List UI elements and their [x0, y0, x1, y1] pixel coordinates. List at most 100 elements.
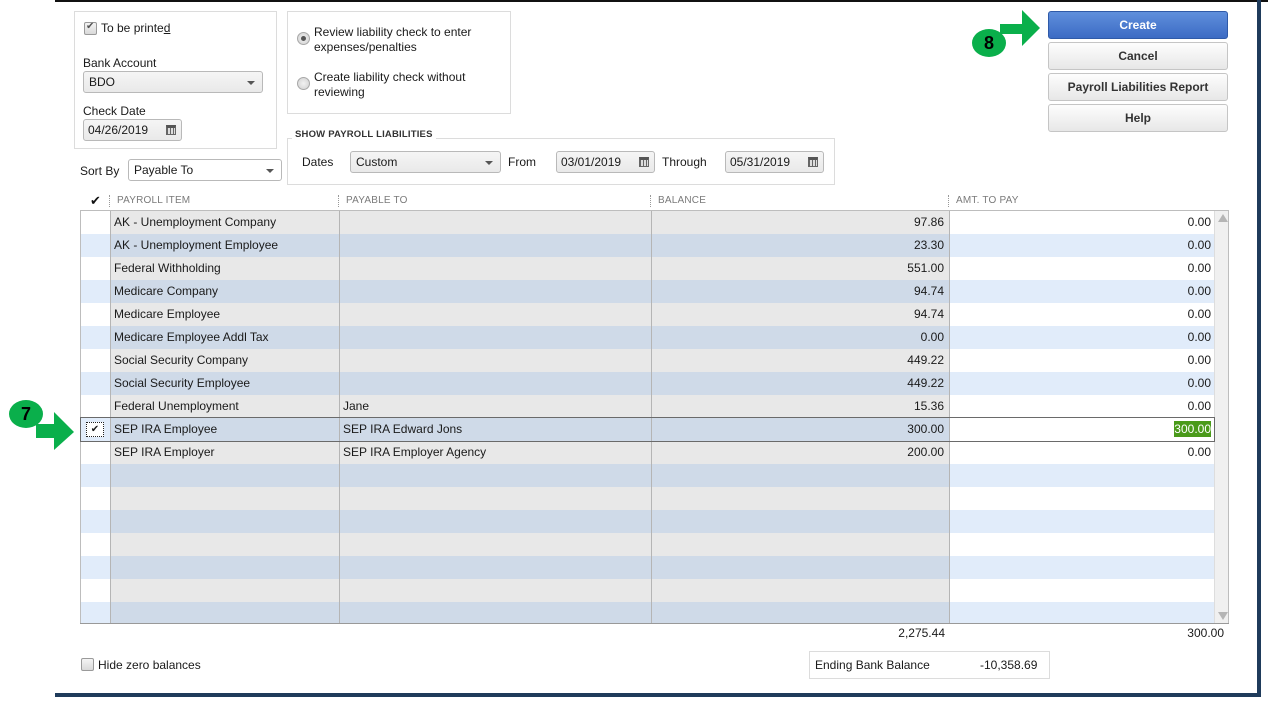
- payable-to-cell: [339, 533, 651, 556]
- calendar-icon[interactable]: [166, 125, 176, 135]
- amount-to-pay-value[interactable]: 0.00: [1188, 376, 1211, 390]
- row-checkmark-icon[interactable]: ✔: [86, 422, 104, 437]
- amount-to-pay-cell[interactable]: 0.00: [949, 280, 1214, 303]
- empty-table-row[interactable]: [81, 579, 1214, 602]
- payroll-liabilities-report-button[interactable]: Payroll Liabilities Report: [1048, 73, 1228, 101]
- review-liability-radio[interactable]: [297, 32, 310, 45]
- amount-to-pay-value[interactable]: 0.00: [1188, 445, 1211, 459]
- hide-zero-balances-checkbox[interactable]: [81, 658, 94, 671]
- amount-to-pay-cell[interactable]: 0.00: [949, 395, 1214, 418]
- amount-to-pay-cell[interactable]: 0.00: [949, 303, 1214, 326]
- amount-to-pay-cell[interactable]: 0.00: [949, 349, 1214, 372]
- row-select-cell[interactable]: [81, 257, 110, 280]
- empty-table-row[interactable]: [81, 602, 1214, 625]
- through-date-field[interactable]: 05/31/2019: [725, 151, 824, 173]
- amount-to-pay-value[interactable]: 300.00: [1174, 421, 1211, 437]
- create-button[interactable]: Create: [1048, 11, 1228, 39]
- column-divider[interactable]: [109, 195, 110, 207]
- column-header-amt-to-pay[interactable]: AMT. TO PAY: [956, 195, 1019, 206]
- empty-table-row[interactable]: [81, 533, 1214, 556]
- row-select-cell[interactable]: [81, 533, 110, 556]
- amount-to-pay-value[interactable]: 0.00: [1188, 399, 1211, 413]
- table-scrollbar[interactable]: [1214, 211, 1228, 623]
- create-without-review-radio[interactable]: [297, 77, 310, 90]
- row-select-cell[interactable]: [81, 395, 110, 418]
- column-header-payable-to[interactable]: PAYABLE TO: [346, 195, 408, 206]
- scroll-down-icon[interactable]: [1218, 612, 1228, 620]
- amount-to-pay-cell[interactable]: 0.00: [949, 372, 1214, 395]
- payroll-item-cell: [110, 556, 339, 579]
- empty-table-row[interactable]: [81, 510, 1214, 533]
- select-column-header-check-icon[interactable]: ✔: [90, 193, 101, 209]
- empty-table-row[interactable]: [81, 556, 1214, 579]
- empty-table-row[interactable]: [81, 464, 1214, 487]
- calendar-icon[interactable]: [808, 157, 818, 167]
- row-select-cell[interactable]: [81, 441, 110, 464]
- empty-table-row[interactable]: [81, 487, 1214, 510]
- amount-to-pay-value[interactable]: 0.00: [1188, 307, 1211, 321]
- table-row[interactable]: SEP IRA Employer SEP IRA Employer Agency 2…: [81, 441, 1214, 464]
- row-select-cell[interactable]: [81, 487, 110, 510]
- table-row[interactable]: Social Security Company 449.22 0.00: [81, 349, 1214, 372]
- bank-account-dropdown[interactable]: BDO: [83, 71, 263, 93]
- ending-bank-balance-value: -10,358.69: [980, 658, 1038, 672]
- row-select-cell[interactable]: ✔: [81, 418, 110, 441]
- amount-to-pay-cell[interactable]: 0.00: [949, 234, 1214, 257]
- row-select-cell[interactable]: [81, 602, 110, 625]
- table-row[interactable]: Federal Withholding 551.00 0.00: [81, 257, 1214, 280]
- calendar-icon[interactable]: [639, 157, 649, 167]
- amount-to-pay-cell[interactable]: [949, 602, 1214, 625]
- amount-to-pay-cell[interactable]: 0.00: [949, 211, 1214, 234]
- table-row[interactable]: Federal Unemployment Jane 15.36 0.00: [81, 395, 1214, 418]
- payroll-item-cell: Federal Unemployment: [110, 395, 339, 418]
- row-select-cell[interactable]: [81, 280, 110, 303]
- to-be-printed-checkbox[interactable]: [84, 21, 97, 35]
- amount-to-pay-value[interactable]: 0.00: [1188, 284, 1211, 298]
- from-date-field[interactable]: 03/01/2019: [556, 151, 655, 173]
- cancel-button[interactable]: Cancel: [1048, 42, 1228, 70]
- table-row[interactable]: Medicare Employee Addl Tax 0.00 0.00: [81, 326, 1214, 349]
- row-select-cell[interactable]: [81, 234, 110, 257]
- row-select-cell[interactable]: [81, 579, 110, 602]
- amount-to-pay-value[interactable]: 0.00: [1188, 215, 1211, 229]
- column-divider[interactable]: [948, 195, 949, 207]
- scroll-up-icon[interactable]: [1218, 214, 1228, 222]
- amount-to-pay-value[interactable]: 0.00: [1188, 238, 1211, 252]
- help-button[interactable]: Help: [1048, 104, 1228, 132]
- row-select-cell[interactable]: [81, 326, 110, 349]
- amount-to-pay-cell[interactable]: [949, 464, 1214, 487]
- amount-to-pay-value[interactable]: 0.00: [1188, 261, 1211, 275]
- column-divider[interactable]: [338, 195, 339, 207]
- row-select-cell[interactable]: [81, 349, 110, 372]
- row-select-cell[interactable]: [81, 556, 110, 579]
- table-row[interactable]: AK - Unemployment Employee 23.30 0.00: [81, 234, 1214, 257]
- amount-to-pay-cell[interactable]: 0.00: [949, 326, 1214, 349]
- dates-range-dropdown[interactable]: Custom: [350, 151, 501, 173]
- sort-by-dropdown[interactable]: Payable To: [128, 159, 282, 181]
- table-row[interactable]: Medicare Company 94.74 0.00: [81, 280, 1214, 303]
- table-row[interactable]: AK - Unemployment Company 97.86 0.00: [81, 211, 1214, 234]
- balance-cell: 449.22: [651, 372, 949, 395]
- row-select-cell[interactable]: [81, 464, 110, 487]
- amount-to-pay-cell[interactable]: [949, 533, 1214, 556]
- amount-to-pay-cell[interactable]: [949, 579, 1214, 602]
- amount-to-pay-value[interactable]: 0.00: [1188, 353, 1211, 367]
- row-select-cell[interactable]: [81, 372, 110, 395]
- amount-to-pay-cell[interactable]: [949, 556, 1214, 579]
- table-row[interactable]: ✔ SEP IRA Employee SEP IRA Edward Jons 300.…: [80, 417, 1215, 442]
- amount-to-pay-cell[interactable]: 0.00: [949, 257, 1214, 280]
- row-select-cell[interactable]: [81, 211, 110, 234]
- check-date-field[interactable]: 04/26/2019: [83, 119, 182, 141]
- amount-to-pay-cell[interactable]: [949, 487, 1214, 510]
- column-header-balance[interactable]: BALANCE: [658, 195, 706, 206]
- amount-to-pay-cell[interactable]: [949, 510, 1214, 533]
- amount-to-pay-cell[interactable]: 0.00: [949, 441, 1214, 464]
- table-row[interactable]: Medicare Employee 94.74 0.00: [81, 303, 1214, 326]
- table-row[interactable]: Social Security Employee 449.22 0.00: [81, 372, 1214, 395]
- column-divider[interactable]: [650, 195, 651, 207]
- row-select-cell[interactable]: [81, 303, 110, 326]
- row-select-cell[interactable]: [81, 510, 110, 533]
- amount-to-pay-cell[interactable]: 300.00: [949, 418, 1214, 441]
- amount-to-pay-value[interactable]: 0.00: [1188, 330, 1211, 344]
- column-header-payroll-item[interactable]: PAYROLL ITEM: [117, 195, 190, 206]
